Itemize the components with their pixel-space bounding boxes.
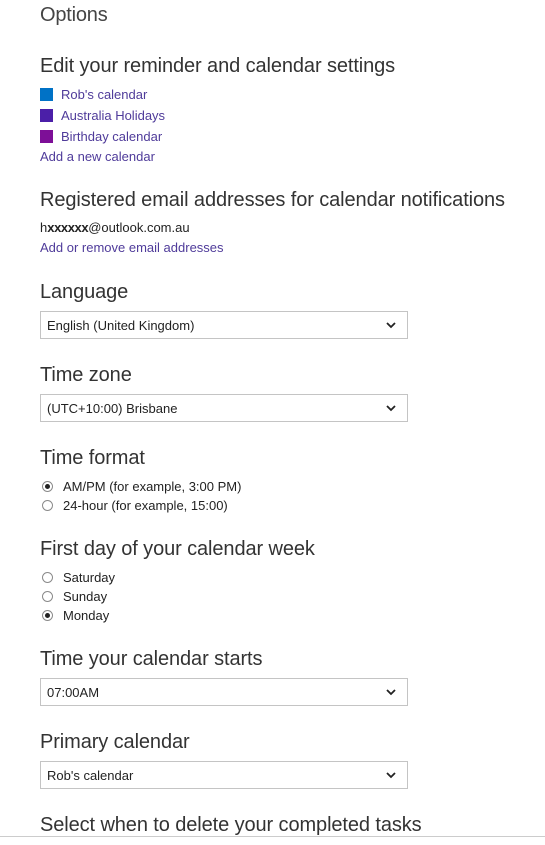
calendar-settings-heading: Edit your reminder and calendar settings <box>40 55 396 77</box>
chevron-down-icon <box>381 315 401 335</box>
primary-calendar-select-value: Rob's calendar <box>47 767 134 783</box>
calendar-start-select[interactable]: 07:00AM <box>40 678 408 706</box>
radio-label: Sunday <box>63 588 108 604</box>
page-title: Options <box>40 4 108 26</box>
language-select[interactable]: English (United Kingdom) <box>40 311 408 339</box>
email-notifications-heading: Registered email addresses for calendar … <box>40 189 505 211</box>
primary-calendar-select[interactable]: Rob's calendar <box>40 761 408 789</box>
first-day-heading: First day of your calendar week <box>40 538 315 560</box>
time-format-ampm-option[interactable]: AM/PM (for example, 3:00 PM) <box>42 477 241 495</box>
calendar-item-australia-holidays[interactable]: Australia Holidays <box>40 106 165 124</box>
radio-unchecked-icon[interactable] <box>42 571 53 583</box>
radio-label: Saturday <box>63 569 116 585</box>
language-heading: Language <box>40 281 129 303</box>
time-zone-select-value: (UTC+10:00) Brisbane <box>47 400 178 416</box>
calendar-start-select-value: 07:00AM <box>47 684 100 700</box>
radio-checked-icon[interactable] <box>42 480 53 492</box>
first-day-sunday-option[interactable]: Sunday <box>42 587 107 605</box>
calendar-color-swatch <box>40 108 53 122</box>
divider <box>0 836 545 837</box>
add-calendar-link[interactable]: Add a new calendar <box>40 149 155 164</box>
chevron-down-icon <box>381 682 401 702</box>
first-day-saturday-option[interactable]: Saturday <box>42 568 115 586</box>
radio-label: 24-hour (for example, 15:00) <box>63 497 228 513</box>
calendar-start-heading: Time your calendar starts <box>40 648 263 670</box>
radio-label: AM/PM (for example, 3:00 PM) <box>63 478 242 494</box>
calendar-item-label: Birthday calendar <box>61 128 163 144</box>
radio-label: Monday <box>63 607 110 623</box>
email-domain: @outlook.com.au <box>88 220 190 235</box>
calendar-item-robs[interactable]: Rob's calendar <box>40 85 147 103</box>
time-format-heading: Time format <box>40 447 145 469</box>
calendar-item-label: Rob's calendar <box>61 86 148 102</box>
time-zone-heading: Time zone <box>40 364 132 386</box>
manage-email-link[interactable]: Add or remove email addresses <box>40 240 224 255</box>
radio-unchecked-icon[interactable] <box>42 590 53 602</box>
calendar-item-birthday[interactable]: Birthday calendar <box>40 127 162 145</box>
delete-tasks-heading: Select when to delete your completed tas… <box>40 814 422 836</box>
time-format-24h-option[interactable]: 24-hour (for example, 15:00) <box>42 496 228 514</box>
registered-email: hxxxxxx@outlook.com.au <box>40 220 190 235</box>
language-select-value: English (United Kingdom) <box>47 317 195 333</box>
calendar-item-label: Australia Holidays <box>61 107 166 123</box>
chevron-down-icon <box>381 765 401 785</box>
first-day-monday-option[interactable]: Monday <box>42 606 109 624</box>
primary-calendar-heading: Primary calendar <box>40 731 190 753</box>
calendar-color-swatch <box>40 87 53 101</box>
chevron-down-icon <box>381 398 401 418</box>
radio-unchecked-icon[interactable] <box>42 499 53 511</box>
calendar-color-swatch <box>40 129 53 143</box>
email-masked: xxxxxx <box>47 220 89 235</box>
time-zone-select[interactable]: (UTC+10:00) Brisbane <box>40 394 408 422</box>
radio-checked-icon[interactable] <box>42 609 53 621</box>
